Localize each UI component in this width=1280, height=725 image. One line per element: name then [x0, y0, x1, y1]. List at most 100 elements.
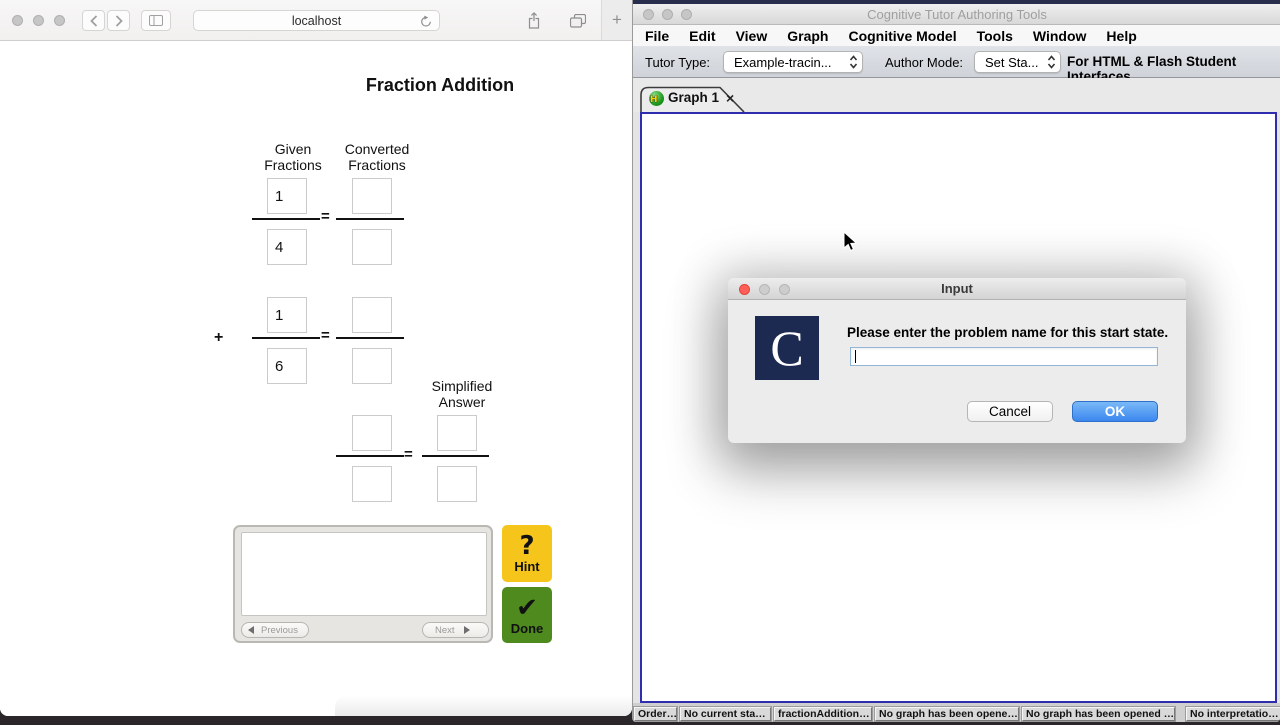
dialog-minimize-light[interactable] — [759, 284, 770, 295]
window-bottom-shading — [335, 695, 632, 716]
equals-sign-3: = — [404, 446, 413, 463]
chevron-right-icon — [115, 15, 123, 27]
traffic-light-close[interactable] — [643, 9, 654, 20]
traffic-light-zoom[interactable] — [681, 9, 692, 20]
tab-overview-button[interactable] — [563, 9, 593, 32]
answer-numerator-input[interactable] — [437, 415, 477, 451]
status-cell-current-state: No current sta… — [680, 707, 771, 721]
url-field[interactable]: localhost — [193, 10, 440, 31]
status-cell-graph-2: No graph has been opened … — [1022, 707, 1175, 721]
problem-name-input[interactable] — [850, 347, 1158, 366]
chevron-left-icon — [90, 15, 98, 27]
share-icon — [527, 12, 541, 29]
fraction-bar — [252, 218, 320, 220]
plus-icon: + — [612, 10, 622, 30]
menu-help[interactable]: Help — [1106, 28, 1136, 44]
plus-sign: + — [214, 329, 223, 347]
ctat-titlebar: Cognitive Tutor Authoring Tools — [633, 4, 1280, 25]
forward-button[interactable] — [107, 10, 130, 31]
tutor-type-dropdown[interactable]: Example-tracin... — [723, 51, 863, 73]
tab-label: Graph 1 — [668, 90, 719, 105]
dialog-zoom-light[interactable] — [779, 284, 790, 295]
back-button[interactable] — [82, 10, 105, 31]
author-mode-value: Set Sta... — [985, 55, 1038, 70]
status-bar: Order… No current sta… fractionAddition…… — [633, 703, 1280, 722]
given2-denominator-input[interactable]: 6 — [267, 348, 307, 384]
status-cell-interpretation: No interpretatio… — [1186, 707, 1280, 721]
author-mode-dropdown[interactable]: Set Sta... — [974, 51, 1061, 73]
menu-bar: File Edit View Graph Cognitive Model Too… — [633, 25, 1280, 46]
menu-graph[interactable]: Graph — [787, 28, 828, 44]
tutor-type-label: Tutor Type: — [645, 55, 710, 70]
menu-edit[interactable]: Edit — [689, 28, 715, 44]
converted2-numerator-input[interactable] — [352, 297, 392, 333]
dialog-title: Input — [728, 278, 1186, 300]
converted1-numerator-input[interactable] — [352, 178, 392, 214]
sidebar-icon — [149, 15, 163, 26]
menu-tools[interactable]: Tools — [977, 28, 1013, 44]
window-title: Cognitive Tutor Authoring Tools — [633, 4, 1280, 25]
traffic-light-minimize[interactable] — [33, 15, 44, 26]
traffic-light-zoom[interactable] — [54, 15, 65, 26]
tutor-page: Fraction Addition Given Fractions Conver… — [0, 42, 632, 716]
menu-file[interactable]: File — [645, 28, 669, 44]
check-icon: ✔ — [516, 595, 538, 621]
traffic-light-minimize[interactable] — [662, 9, 673, 20]
tabs-icon — [570, 14, 586, 28]
input-dialog: Input C Please enter the problem name fo… — [728, 278, 1186, 443]
given-fractions-label: Given Fractions — [253, 142, 333, 173]
browser-toolbar: localhost + — [0, 0, 632, 41]
fraction-bar — [336, 337, 404, 339]
next-arrow-icon — [464, 626, 470, 634]
previous-button[interactable]: Previous — [241, 622, 309, 638]
tab-close-icon[interactable]: × — [726, 90, 734, 106]
next-button[interactable]: Next — [422, 622, 489, 638]
share-button[interactable] — [521, 9, 547, 32]
browser-window: localhost + Fraction Addition — [0, 0, 632, 716]
hint-button[interactable]: ? Hint — [502, 525, 552, 582]
done-button-label: Done — [511, 621, 544, 636]
sum-denominator-input[interactable] — [352, 466, 392, 502]
equals-sign-2: = — [321, 327, 330, 344]
dialog-titlebar: Input — [728, 278, 1186, 300]
next-label: Next — [435, 625, 455, 636]
behavior-graph-icon: H — [649, 91, 664, 106]
mouse-cursor — [843, 231, 858, 252]
author-mode-label: Author Mode: — [885, 55, 963, 70]
hint-button-label: Hint — [514, 559, 539, 574]
stepper-icon — [1042, 52, 1060, 72]
ctat-logo-icon: C — [755, 316, 819, 380]
question-icon: ? — [519, 533, 534, 559]
equals-sign-1: = — [321, 208, 330, 225]
tab-graph-1[interactable]: H Graph 1 × — [640, 85, 746, 112]
fraction-bar — [422, 455, 489, 457]
status-cell-problem: fractionAddition… — [774, 707, 872, 721]
converted1-denominator-input[interactable] — [352, 229, 392, 265]
cancel-button[interactable]: Cancel — [967, 401, 1053, 422]
menu-cognitive-model[interactable]: Cognitive Model — [848, 28, 956, 44]
menu-view[interactable]: View — [736, 28, 768, 44]
ok-button[interactable]: OK — [1072, 401, 1158, 422]
done-button[interactable]: ✔ Done — [502, 587, 552, 643]
sum-numerator-input[interactable] — [352, 415, 392, 451]
new-tab-button[interactable]: + — [601, 0, 632, 40]
dialog-close-light[interactable] — [739, 284, 750, 295]
answer-denominator-input[interactable] — [437, 466, 477, 502]
sidebar-button[interactable] — [141, 10, 171, 31]
menu-window[interactable]: Window — [1033, 28, 1087, 44]
simplified-answer-label: Simplified Answer — [417, 379, 507, 410]
given1-numerator-input[interactable]: 1 — [267, 178, 307, 214]
dialog-message: Please enter the problem name for this s… — [847, 325, 1177, 340]
fraction-bar — [336, 455, 404, 457]
tab-row: H Graph 1 × — [633, 78, 1280, 112]
previous-arrow-icon — [248, 626, 254, 634]
reload-icon[interactable] — [420, 15, 432, 28]
traffic-light-close[interactable] — [12, 15, 23, 26]
previous-label: Previous — [261, 625, 298, 636]
given1-denominator-input[interactable]: 4 — [267, 229, 307, 265]
status-cell-order: Order… — [634, 707, 677, 721]
given2-numerator-input[interactable]: 1 — [267, 297, 307, 333]
text-caret — [855, 350, 856, 363]
converted2-denominator-input[interactable] — [352, 348, 392, 384]
status-cell-graph-1: No graph has been opene… — [875, 707, 1019, 721]
